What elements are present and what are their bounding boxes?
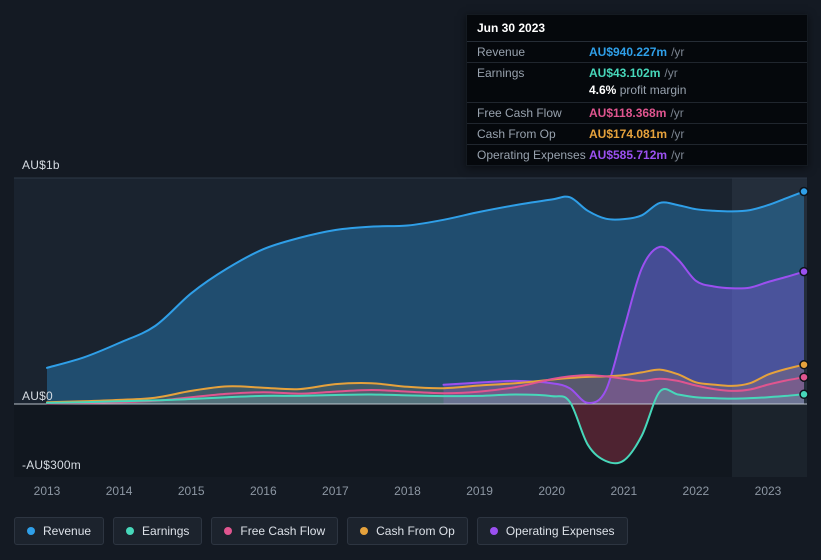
tooltip-metric-label: Operating Expenses: [477, 148, 586, 162]
tooltip-metric-label: Revenue: [477, 45, 526, 59]
y-axis-label-1b: AU$1b: [22, 158, 60, 172]
legend-label: Earnings: [142, 524, 190, 538]
tooltip-metric-value: AU$118.368m: [589, 106, 667, 120]
chart-tooltip: Jun 30 2023 Revenue AU$940.227m/yr Earning…: [466, 14, 808, 166]
profit-margin-label: profit margin: [616, 83, 687, 97]
legend-color-dot: [224, 527, 233, 535]
legend-item-revenue[interactable]: Revenue: [14, 517, 105, 545]
tooltip-metric-suffix: /yr: [670, 106, 684, 120]
y-axis-label-neg300m: -AU$300m: [22, 458, 81, 472]
tooltip-date: Jun 30 2023: [467, 15, 807, 42]
legend-item-operating-expenses[interactable]: Operating Expenses: [476, 517, 628, 545]
tooltip-metric-value: AU$585.712m: [589, 148, 668, 162]
x-axis-label-2016: 2016: [249, 484, 277, 498]
legend-color-dot: [126, 527, 135, 535]
revenue-endpoint-marker[interactable]: [799, 186, 809, 197]
chart-legend: Revenue Earnings Free Cash Flow Cash From O…: [14, 517, 628, 545]
tooltip-metric-value: AU$43.102m: [589, 66, 661, 80]
cash-from-op-endpoint-marker[interactable]: [799, 359, 809, 370]
tooltip-metric-value: AU$174.081m: [589, 127, 668, 141]
legend-label: Free Cash Flow: [240, 524, 326, 538]
legend-label: Revenue: [43, 524, 92, 538]
y-axis-label-zero: AU$0: [22, 389, 53, 403]
legend-color-dot: [360, 527, 369, 535]
legend-color-dot: [489, 527, 498, 535]
operating-expenses-endpoint-marker[interactable]: [799, 266, 809, 277]
tooltip-metric-label: Earnings: [477, 66, 525, 80]
tooltip-metric-label: Cash From Op: [477, 127, 556, 141]
tooltip-row-cash-from-op: Cash From Op AU$174.081m/yr: [467, 123, 807, 144]
tooltip-metric-suffix: /yr: [664, 66, 678, 80]
x-axis-label-2017: 2017: [322, 484, 349, 498]
x-axis-label-2022: 2022: [682, 484, 710, 498]
tooltip-metric-label: Free Cash Flow: [477, 106, 562, 120]
tooltip-rows: Revenue AU$940.227m/yr Earnings AU$43.102m /…: [467, 42, 807, 165]
plot-bg-negative: [14, 404, 807, 477]
x-axis-label-2015: 2015: [177, 484, 205, 498]
tooltip-profit-margin: 4.6% profit margin: [467, 83, 807, 102]
x-axis-label-2021: 2021: [610, 484, 638, 498]
tooltip-row-operating-expenses: Operating Expenses AU$585.712m/yr: [467, 144, 807, 165]
x-axis-label-2020: 2020: [538, 484, 566, 498]
tooltip-metric-suffix: /yr: [671, 148, 685, 162]
x-axis-label-2019: 2019: [466, 484, 493, 498]
legend-item-free-cash-flow[interactable]: Free Cash Flow: [211, 517, 339, 545]
stock-financials-chart: AU$1b AU$0 -AU$300m 2013 2014 2015 2016 2017…: [0, 0, 821, 560]
legend-item-earnings[interactable]: Earnings: [113, 517, 203, 545]
earnings-endpoint-marker[interactable]: [799, 389, 809, 400]
x-axis-label-2013: 2013: [33, 484, 61, 498]
legend-label: Operating Expenses: [505, 524, 615, 538]
tooltip-metric-suffix: /yr: [671, 45, 685, 59]
x-axis-label-2018: 2018: [394, 484, 421, 498]
tooltip-metric-suffix: /yr: [671, 127, 685, 141]
legend-color-dot: [27, 527, 35, 535]
tooltip-row-revenue: Revenue AU$940.227m/yr: [467, 42, 807, 62]
legend-label: Cash From Op: [376, 524, 455, 538]
free-cash-flow-endpoint-marker[interactable]: [799, 372, 809, 382]
profit-margin-value: 4.6%: [589, 83, 617, 97]
tooltip-metric-value: AU$940.227m: [589, 45, 668, 59]
legend-item-cash-from-op[interactable]: Cash From Op: [347, 517, 468, 545]
x-axis-label-2014: 2014: [105, 484, 133, 498]
tooltip-row-earnings: Earnings AU$43.102m/yr: [467, 62, 807, 83]
tooltip-row-free-cash-flow: Free Cash Flow AU$118.368m/yr: [467, 102, 807, 123]
x-axis-label-2023: 2023: [754, 484, 782, 498]
